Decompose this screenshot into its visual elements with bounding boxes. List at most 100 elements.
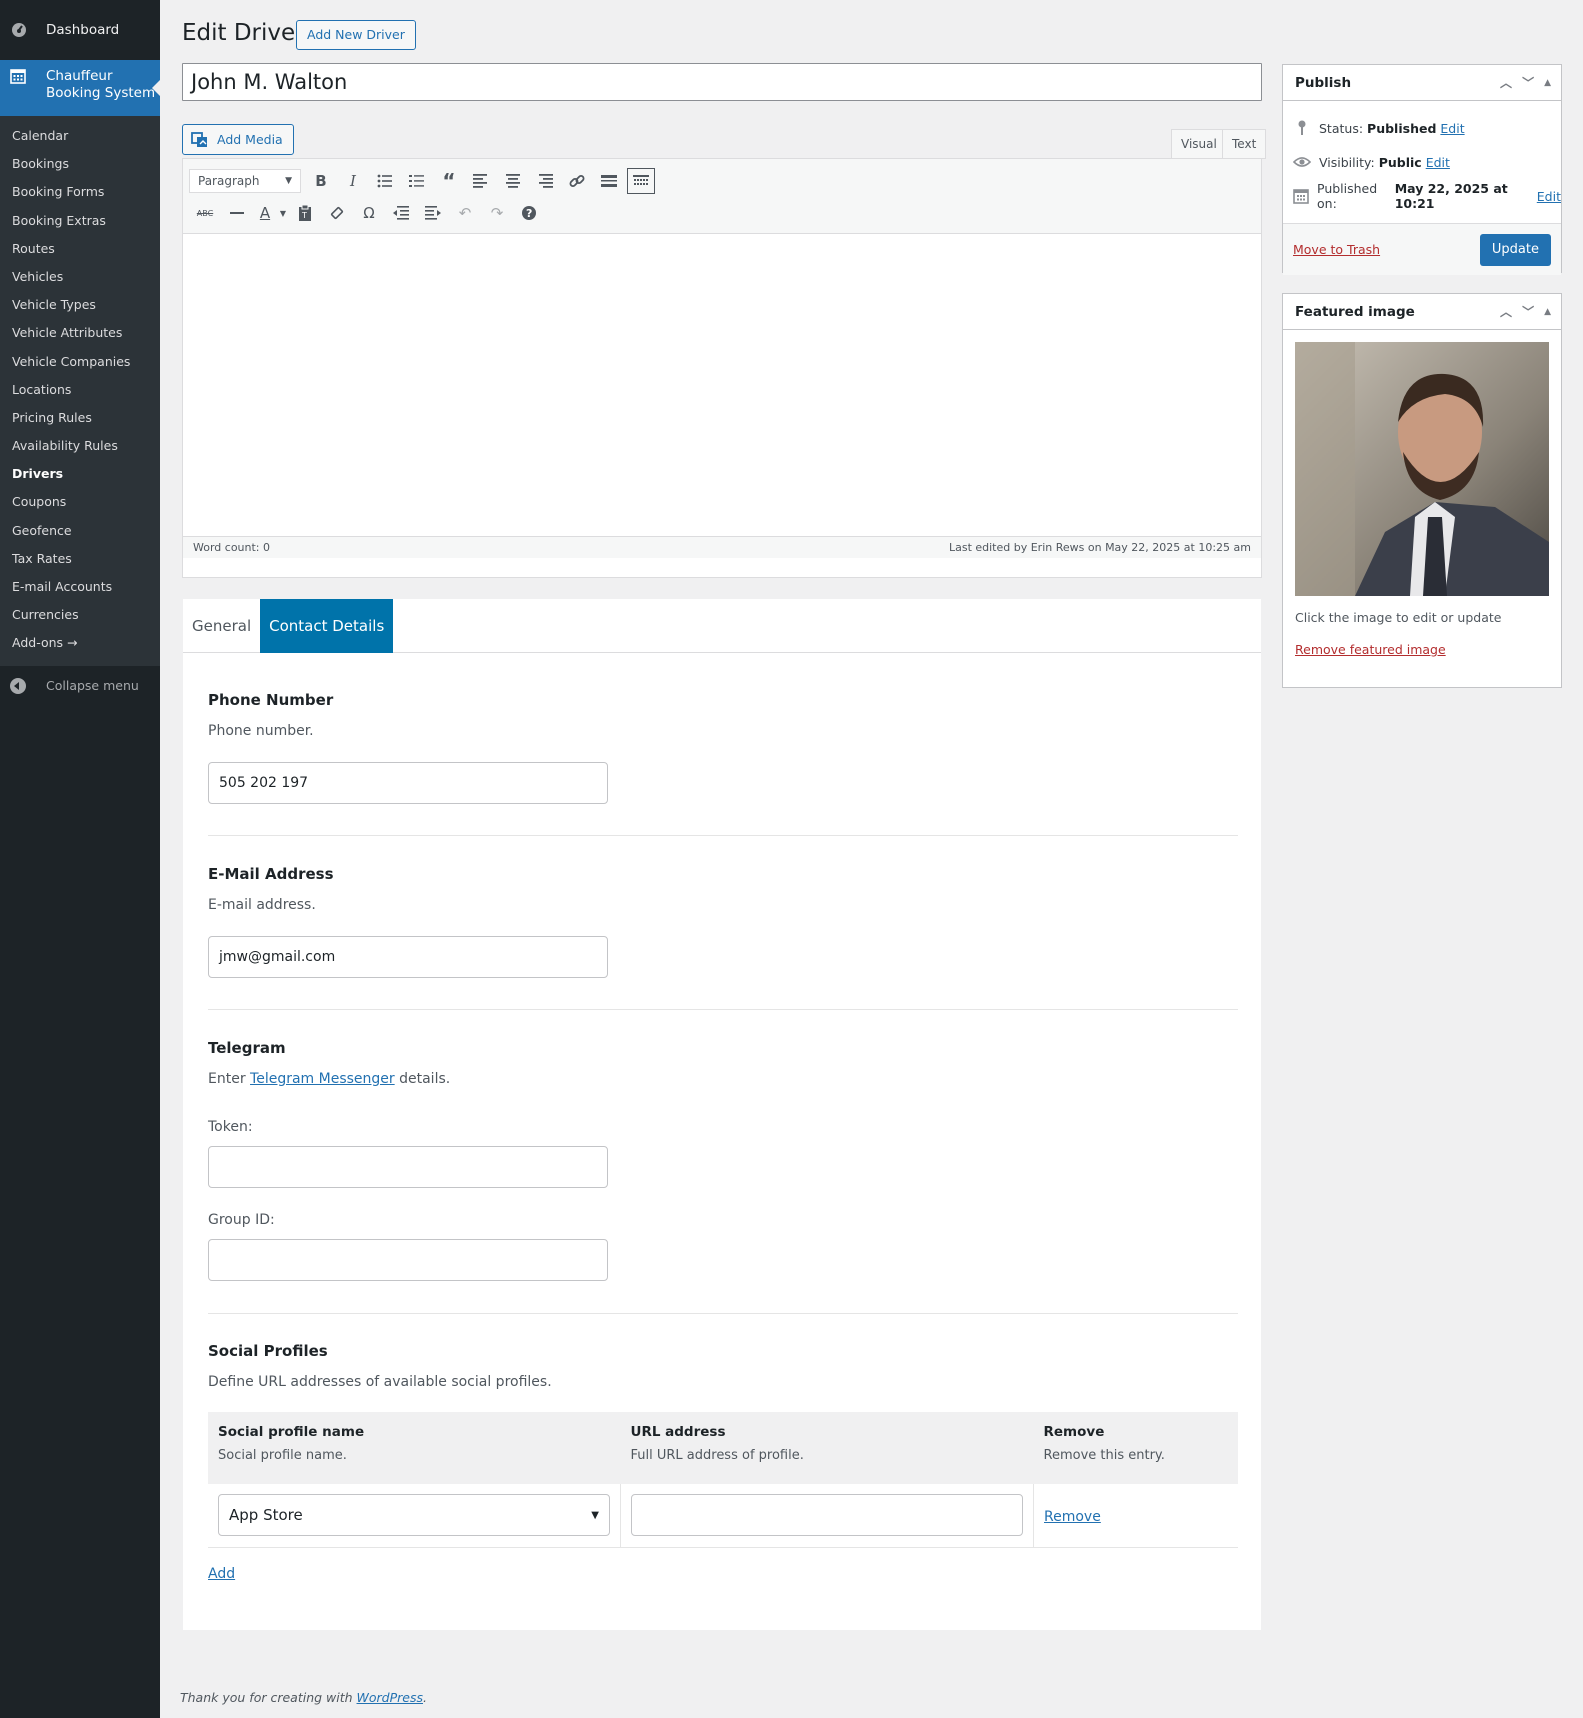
sidebar-item[interactable]: Tax Rates — [0, 545, 160, 573]
move-down-icon[interactable]: ﹀ — [1522, 74, 1534, 91]
redo-icon[interactable]: ↷ — [481, 199, 513, 227]
telegram-messenger-link[interactable]: Telegram Messenger — [250, 1071, 395, 1087]
add-new-driver-button[interactable]: Add New Driver — [296, 20, 416, 50]
remove-featured-image-link[interactable]: Remove featured image — [1295, 642, 1446, 657]
text-color-chevron-icon[interactable]: ▼ — [277, 199, 289, 227]
status-row: Status: Published Edit — [1283, 111, 1561, 145]
undo-icon[interactable]: ↶ — [449, 199, 481, 227]
token-input[interactable] — [208, 1146, 608, 1188]
wordpress-link[interactable]: WordPress — [357, 1690, 423, 1705]
sidebar-item[interactable]: E-mail Accounts — [0, 573, 160, 601]
visibility-value: Public — [1378, 154, 1422, 170]
table-header: Social profile name Social profile name. … — [208, 1412, 1238, 1484]
align-center-icon[interactable] — [497, 167, 529, 195]
tab-text[interactable]: Text — [1222, 129, 1267, 159]
post-title-input[interactable]: John M. Walton — [182, 63, 1262, 101]
column-name: Social profile name — [218, 1424, 365, 1440]
profile-cell: App Store ▼ — [208, 1484, 621, 1548]
remove-link[interactable]: Remove — [1044, 1509, 1101, 1525]
column-name: URL address — [630, 1424, 726, 1440]
outdent-icon[interactable] — [385, 199, 417, 227]
format-select[interactable]: Paragraph ▼ — [189, 169, 301, 193]
toolbar-toggle-icon[interactable] — [627, 168, 655, 194]
column-desc: Social profile name. — [218, 1448, 347, 1463]
submenu: Calendar Bookings Booking Forms Booking Ext… — [0, 116, 160, 666]
sidebar-item[interactable]: Calendar — [0, 122, 160, 150]
sidebar-item[interactable]: Booking Extras — [0, 207, 160, 235]
numbered-list-icon[interactable] — [401, 167, 433, 195]
sidebar-item[interactable]: Locations — [0, 376, 160, 404]
update-button[interactable]: Update — [1479, 233, 1551, 266]
sidebar-item[interactable]: Pricing Rules — [0, 404, 160, 432]
tab-general[interactable]: General — [183, 599, 260, 653]
social-url-input[interactable] — [631, 1494, 1023, 1537]
featured-header: Featured image ︿ ﹀ ▲ — [1283, 294, 1561, 330]
tab-visual[interactable]: Visual — [1171, 129, 1227, 159]
sidebar-item[interactable]: Routes — [0, 235, 160, 263]
caret-down-icon: ▼ — [591, 1509, 599, 1521]
add-media-button[interactable]: Add Media — [182, 124, 294, 155]
blockquote-icon[interactable]: “ — [433, 167, 465, 195]
move-up-icon[interactable]: ︿ — [1500, 74, 1512, 91]
sidebar-item[interactable]: Add-ons → — [0, 629, 160, 657]
link-icon[interactable] — [561, 167, 593, 195]
email-input[interactable]: jmw@gmail.com — [208, 936, 608, 978]
admin-sidebar: Dashboard Chauffeur Booking System Calen… — [0, 0, 160, 1718]
menu-chauffeur-booking-system[interactable]: Chauffeur Booking System — [0, 60, 160, 116]
help-icon[interactable]: ? — [513, 199, 545, 227]
sidebar-item[interactable]: Booking Forms — [0, 178, 160, 206]
move-up-icon[interactable]: ︿ — [1500, 303, 1512, 320]
indent-icon[interactable] — [417, 199, 449, 227]
collapse-menu-button[interactable]: Collapse menu — [0, 666, 160, 706]
menu-dashboard[interactable]: Dashboard — [0, 0, 160, 60]
email-desc: E-mail address. — [208, 897, 316, 913]
group-id-input[interactable] — [208, 1239, 608, 1281]
edit-status-link[interactable]: Edit — [1440, 121, 1464, 136]
phone-section: Phone Number Phone number. 505 202 197 — [208, 691, 1238, 804]
phone-input[interactable]: 505 202 197 — [208, 762, 608, 804]
clear-formatting-icon[interactable] — [321, 199, 353, 227]
bullet-list-icon[interactable] — [369, 167, 401, 195]
horizontal-line-icon[interactable] — [221, 199, 253, 227]
special-character-icon[interactable]: Ω — [353, 199, 385, 227]
sidebar-item[interactable]: Vehicles — [0, 263, 160, 291]
sidebar-item[interactable]: Coupons — [0, 488, 160, 516]
move-down-icon[interactable]: ﹀ — [1522, 303, 1534, 320]
edit-visibility-link[interactable]: Edit — [1426, 155, 1450, 170]
column-desc: Remove this entry. — [1043, 1448, 1165, 1463]
toggle-panel-icon[interactable]: ▲ — [1544, 78, 1551, 88]
sidebar-item[interactable]: Vehicle Companies — [0, 348, 160, 376]
sidebar-item[interactable]: Currencies — [0, 601, 160, 629]
add-social-link[interactable]: Add — [208, 1566, 235, 1582]
svg-text:?: ? — [526, 207, 532, 220]
move-to-trash-link[interactable]: Move to Trash — [1293, 242, 1380, 257]
sidebar-item[interactable]: Drivers — [0, 460, 160, 488]
sidebar-item[interactable]: Bookings — [0, 150, 160, 178]
driver-meta-box: General Contact Details Phone Number Pho… — [182, 598, 1262, 1631]
editor-content-area[interactable] — [183, 234, 1261, 536]
toggle-panel-icon[interactable]: ▲ — [1544, 307, 1551, 317]
sidebar-item[interactable]: Availability Rules — [0, 432, 160, 460]
chevron-down-icon: ▼ — [285, 176, 292, 186]
text-color-icon[interactable]: A — [253, 199, 277, 227]
featured-image-box: Featured image ︿ ﹀ ▲ Click the image to ed… — [1282, 293, 1562, 688]
paste-text-icon[interactable]: T — [289, 199, 321, 227]
align-right-icon[interactable] — [529, 167, 561, 195]
group-id-label: Group ID: — [208, 1212, 275, 1228]
sidebar-item[interactable]: Geofence — [0, 517, 160, 545]
bold-icon[interactable]: B — [305, 167, 337, 195]
featured-image[interactable] — [1295, 342, 1549, 596]
sidebar-item[interactable]: Vehicle Attributes — [0, 319, 160, 347]
edit-date-link[interactable]: Edit — [1537, 189, 1561, 204]
read-more-icon[interactable] — [593, 167, 625, 195]
social-profile-select[interactable]: App Store ▼ — [218, 1494, 610, 1537]
social-title: Social Profiles — [208, 1342, 328, 1360]
italic-icon[interactable]: I — [337, 167, 369, 195]
dashboard-icon — [10, 21, 28, 39]
align-left-icon[interactable] — [465, 167, 497, 195]
telegram-title: Telegram — [208, 1039, 286, 1057]
tab-contact-details[interactable]: Contact Details — [260, 599, 394, 653]
sidebar-item[interactable]: Vehicle Types — [0, 291, 160, 319]
url-cell — [620, 1484, 1034, 1548]
strikethrough-icon[interactable]: ABC — [189, 199, 221, 227]
